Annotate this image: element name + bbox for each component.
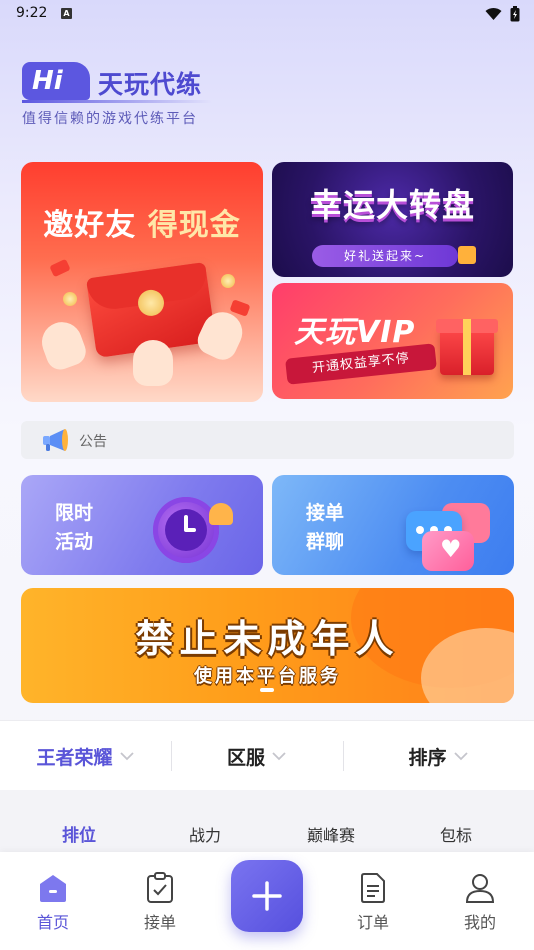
invite-friends-banner[interactable]: 邀好友 得现金 xyxy=(21,162,263,402)
hand-illustration xyxy=(36,316,90,374)
chevron-down-icon xyxy=(272,752,286,761)
status-bar: 9:22 A xyxy=(0,0,534,28)
bell-icon xyxy=(209,503,233,525)
minor-prohibition-banner[interactable]: 禁止未成年人 使用本平台服务 xyxy=(21,588,514,703)
alarm-clock-icon xyxy=(153,497,219,563)
status-icons xyxy=(485,6,520,22)
zone-filter-label: 区服 xyxy=(226,746,265,769)
gift-icon xyxy=(458,246,476,264)
app-name: 天玩代练 xyxy=(98,70,203,99)
logo-underline xyxy=(22,100,212,103)
vip-banner-title: 天玩VIP xyxy=(294,315,416,350)
group-card-label: 接单 群聊 xyxy=(306,499,344,557)
game-filter-label: 王者荣耀 xyxy=(36,746,113,769)
nav-take-order[interactable]: 接单 xyxy=(120,872,200,933)
tab-power[interactable]: 战力 xyxy=(189,822,221,846)
nav-take-order-label: 接单 xyxy=(143,913,176,932)
announcement-bar[interactable]: 公告 xyxy=(21,421,514,459)
logo-badge: Hi xyxy=(22,62,90,100)
app-slogan: 值得信赖的游戏代练平台 xyxy=(22,111,198,127)
invite-banner-title: 邀好友 得现金 xyxy=(21,200,263,244)
lucky-wheel-banner[interactable]: 幸运大转盘 好礼送起来~ xyxy=(272,162,513,277)
chevron-down-icon xyxy=(453,752,468,761)
nav-profile-label: 我的 xyxy=(463,913,496,932)
megaphone-icon xyxy=(43,429,68,451)
group-card-line1: 接单 xyxy=(306,502,345,524)
mini-envelope-icon xyxy=(229,299,251,317)
coin-icon xyxy=(63,292,77,306)
limited-activity-card[interactable]: 限时 活动 xyxy=(21,475,263,575)
order-list-icon xyxy=(361,873,385,903)
nav-home[interactable]: 首页 xyxy=(13,872,93,933)
activity-card-line2: 活动 xyxy=(55,531,94,553)
service-type-tabs: 排位 战力 巅峰赛 包标 xyxy=(0,790,534,852)
nav-orders[interactable]: 订单 xyxy=(333,872,413,933)
nav-home-label: 首页 xyxy=(36,913,69,932)
plus-icon xyxy=(252,881,282,911)
profile-icon xyxy=(465,874,495,903)
home-icon xyxy=(40,875,66,902)
nav-orders-label: 订单 xyxy=(356,913,389,932)
minor-banner-title: 禁止未成年人 xyxy=(135,617,400,661)
announcement-label: 公告 xyxy=(79,434,107,450)
notification-a-icon: A xyxy=(61,8,72,19)
wheel-banner-subtitle: 好礼送起来~ xyxy=(312,245,458,267)
tab-peak-match[interactable]: 巅峰赛 xyxy=(307,822,355,846)
heart-icon: ♥ xyxy=(440,535,462,563)
sort-filter-dropdown[interactable]: 排序 xyxy=(343,721,534,791)
coin-icon xyxy=(221,274,235,288)
wifi-icon xyxy=(485,7,502,21)
invite-title-part2: 得现金 xyxy=(147,208,241,243)
nav-profile[interactable]: 我的 xyxy=(440,872,520,933)
order-group-chat-card[interactable]: 接单 群聊 ♥ xyxy=(272,475,514,575)
battery-icon xyxy=(510,6,520,22)
tab-badge[interactable]: 包标 xyxy=(440,822,472,846)
zone-filter-dropdown[interactable]: 区服 xyxy=(171,721,343,791)
take-order-icon xyxy=(147,872,173,903)
minor-banner-subtitle: 使用本平台服务 xyxy=(194,666,341,687)
game-filter-dropdown[interactable]: 王者荣耀 xyxy=(0,721,171,791)
sort-filter-label: 排序 xyxy=(408,746,447,769)
hand-illustration xyxy=(133,340,173,386)
vip-banner[interactable]: 天玩VIP 开通权益享不停 xyxy=(272,283,513,399)
activity-card-line1: 限时 xyxy=(55,502,94,524)
gift-box-icon xyxy=(436,319,498,375)
add-button[interactable] xyxy=(231,860,303,932)
chevron-down-icon xyxy=(119,752,134,761)
mini-envelope-icon xyxy=(49,258,71,278)
status-time: 9:22 xyxy=(16,5,48,21)
carousel-indicator xyxy=(260,688,274,692)
wheel-banner-title: 幸运大转盘 xyxy=(309,186,475,224)
filter-bar: 王者荣耀 区服 排序 xyxy=(0,720,534,790)
invite-title-part1: 邀好友 xyxy=(43,208,137,243)
group-card-line2: 群聊 xyxy=(306,531,345,553)
bottom-navigation: 首页 接单 订单 我的 xyxy=(0,852,534,950)
tab-rank[interactable]: 排位 xyxy=(62,821,96,846)
activity-card-label: 限时 活动 xyxy=(55,499,93,557)
